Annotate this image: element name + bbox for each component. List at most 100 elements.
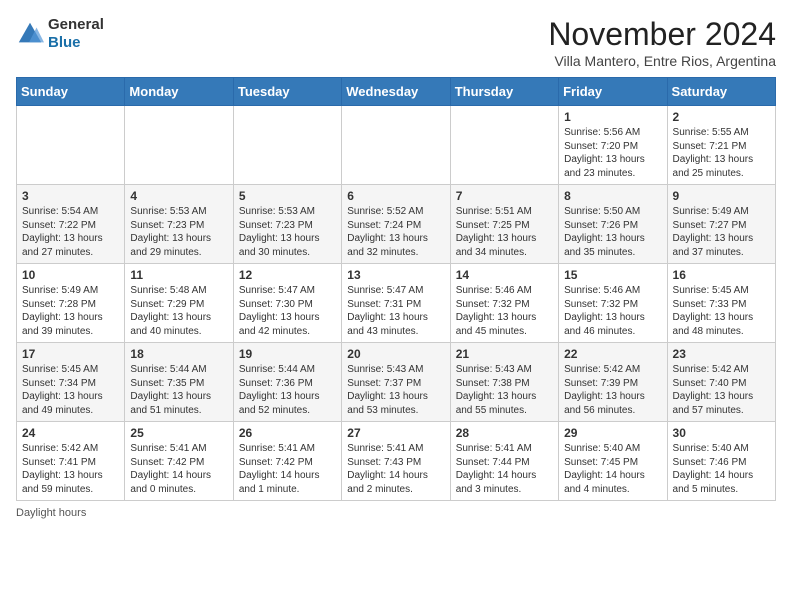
day-number: 2 xyxy=(673,110,770,124)
day-info: Sunrise: 5:48 AM Sunset: 7:29 PM Dayligh… xyxy=(130,284,227,338)
day-info: Sunrise: 5:47 AM Sunset: 7:31 PM Dayligh… xyxy=(347,284,444,338)
day-info: Sunrise: 5:41 AM Sunset: 7:44 PM Dayligh… xyxy=(456,442,553,496)
day-number: 28 xyxy=(456,426,553,440)
calendar-cell: 8 Sunrise: 5:50 AM Sunset: 7:26 PM Daylig… xyxy=(559,185,667,264)
calendar-cell xyxy=(125,106,233,185)
calendar-table: SundayMondayTuesdayWednesdayThursdayFrid… xyxy=(16,77,776,501)
day-number: 22 xyxy=(564,347,661,361)
calendar-cell: 27 Sunrise: 5:41 AM Sunset: 7:43 PM Dayli… xyxy=(342,422,450,501)
calendar-week-row: 10 Sunrise: 5:49 AM Sunset: 7:28 PM Dayli… xyxy=(17,264,776,343)
calendar-header-row: SundayMondayTuesdayWednesdayThursdayFrid… xyxy=(17,78,776,106)
day-number: 1 xyxy=(564,110,661,124)
calendar-cell: 1 Sunrise: 5:56 AM Sunset: 7:20 PM Daylig… xyxy=(559,106,667,185)
day-info: Sunrise: 5:54 AM Sunset: 7:22 PM Dayligh… xyxy=(22,205,119,259)
logo-line2: Blue xyxy=(48,34,104,52)
day-info: Sunrise: 5:51 AM Sunset: 7:25 PM Dayligh… xyxy=(456,205,553,259)
day-info: Sunrise: 5:53 AM Sunset: 7:23 PM Dayligh… xyxy=(130,205,227,259)
calendar-cell: 6 Sunrise: 5:52 AM Sunset: 7:24 PM Daylig… xyxy=(342,185,450,264)
calendar-week-row: 24Sunrise: 5:42 AM Sunset: 7:41 PM Dayli… xyxy=(17,422,776,501)
calendar-cell: 14 Sunrise: 5:46 AM Sunset: 7:32 PM Dayli… xyxy=(450,264,558,343)
day-number: 20 xyxy=(347,347,444,361)
day-info: Sunrise: 5:46 AM Sunset: 7:32 PM Dayligh… xyxy=(564,284,661,338)
day-info: Sunrise: 5:41 AM Sunset: 7:42 PM Dayligh… xyxy=(239,442,336,496)
calendar-day-header: Sunday xyxy=(17,78,125,106)
day-number: 19 xyxy=(239,347,336,361)
calendar-day-header: Wednesday xyxy=(342,78,450,106)
day-number: 8 xyxy=(564,189,661,203)
day-info: Sunrise: 5:45 AM Sunset: 7:33 PM Dayligh… xyxy=(673,284,770,338)
day-info: Sunrise: 5:44 AM Sunset: 7:35 PM Dayligh… xyxy=(130,363,227,417)
day-number: 6 xyxy=(347,189,444,203)
calendar-day-header: Friday xyxy=(559,78,667,106)
calendar-cell: 3 Sunrise: 5:54 AM Sunset: 7:22 PM Daylig… xyxy=(17,185,125,264)
day-number: 23 xyxy=(673,347,770,361)
day-number: 17 xyxy=(22,347,119,361)
calendar-cell xyxy=(17,106,125,185)
logo-line1: General xyxy=(48,16,104,34)
calendar-cell: 17 Sunrise: 5:45 AM Sunset: 7:34 PM Dayli… xyxy=(17,343,125,422)
day-number: 18 xyxy=(130,347,227,361)
calendar-week-row: 17 Sunrise: 5:45 AM Sunset: 7:34 PM Dayli… xyxy=(17,343,776,422)
calendar-cell: 19 Sunrise: 5:44 AM Sunset: 7:36 PM Dayli… xyxy=(233,343,341,422)
calendar-cell xyxy=(233,106,341,185)
calendar-cell xyxy=(450,106,558,185)
calendar-cell: 5Sunrise: 5:53 AM Sunset: 7:23 PM Daylig… xyxy=(233,185,341,264)
day-info: Sunrise: 5:43 AM Sunset: 7:37 PM Dayligh… xyxy=(347,363,444,417)
day-number: 11 xyxy=(130,268,227,282)
main-title: November 2024 xyxy=(548,16,776,53)
day-info: Sunrise: 5:40 AM Sunset: 7:45 PM Dayligh… xyxy=(564,442,661,496)
day-number: 26 xyxy=(239,426,336,440)
day-number: 29 xyxy=(564,426,661,440)
day-info: Sunrise: 5:47 AM Sunset: 7:30 PM Dayligh… xyxy=(239,284,336,338)
calendar-cell: 7 Sunrise: 5:51 AM Sunset: 7:25 PM Daylig… xyxy=(450,185,558,264)
day-info: Sunrise: 5:42 AM Sunset: 7:39 PM Dayligh… xyxy=(564,363,661,417)
calendar-cell: 28 Sunrise: 5:41 AM Sunset: 7:44 PM Dayli… xyxy=(450,422,558,501)
page-header: General Blue November 2024 Villa Mantero… xyxy=(16,16,776,69)
day-number: 16 xyxy=(673,268,770,282)
logo-text: General Blue xyxy=(48,16,104,52)
day-info: Sunrise: 5:46 AM Sunset: 7:32 PM Dayligh… xyxy=(456,284,553,338)
calendar-cell: 16 Sunrise: 5:45 AM Sunset: 7:33 PM Dayli… xyxy=(667,264,775,343)
day-info: Sunrise: 5:49 AM Sunset: 7:28 PM Dayligh… xyxy=(22,284,119,338)
day-number: 10 xyxy=(22,268,119,282)
day-info: Sunrise: 5:40 AM Sunset: 7:46 PM Dayligh… xyxy=(673,442,770,496)
day-info: Sunrise: 5:56 AM Sunset: 7:20 PM Dayligh… xyxy=(564,126,661,180)
day-number: 9 xyxy=(673,189,770,203)
calendar-cell: 15 Sunrise: 5:46 AM Sunset: 7:32 PM Dayli… xyxy=(559,264,667,343)
calendar-cell: 2 Sunrise: 5:55 AM Sunset: 7:21 PM Daylig… xyxy=(667,106,775,185)
calendar-cell: 9 Sunrise: 5:49 AM Sunset: 7:27 PM Daylig… xyxy=(667,185,775,264)
day-info: Sunrise: 5:44 AM Sunset: 7:36 PM Dayligh… xyxy=(239,363,336,417)
calendar-cell: 23 Sunrise: 5:42 AM Sunset: 7:40 PM Dayli… xyxy=(667,343,775,422)
day-number: 14 xyxy=(456,268,553,282)
title-area: November 2024 Villa Mantero, Entre Rios,… xyxy=(548,16,776,69)
logo: General Blue xyxy=(16,16,104,52)
day-number: 15 xyxy=(564,268,661,282)
calendar-cell: 29 Sunrise: 5:40 AM Sunset: 7:45 PM Dayli… xyxy=(559,422,667,501)
day-info: Sunrise: 5:43 AM Sunset: 7:38 PM Dayligh… xyxy=(456,363,553,417)
day-number: 13 xyxy=(347,268,444,282)
day-info: Sunrise: 5:52 AM Sunset: 7:24 PM Dayligh… xyxy=(347,205,444,259)
day-info: Sunrise: 5:41 AM Sunset: 7:42 PM Dayligh… xyxy=(130,442,227,496)
calendar-day-header: Tuesday xyxy=(233,78,341,106)
day-info: Sunrise: 5:49 AM Sunset: 7:27 PM Dayligh… xyxy=(673,205,770,259)
day-number: 7 xyxy=(456,189,553,203)
logo-icon xyxy=(16,20,44,48)
day-info: Sunrise: 5:55 AM Sunset: 7:21 PM Dayligh… xyxy=(673,126,770,180)
day-number: 4 xyxy=(130,189,227,203)
day-number: 25 xyxy=(130,426,227,440)
day-number: 27 xyxy=(347,426,444,440)
day-info: Sunrise: 5:41 AM Sunset: 7:43 PM Dayligh… xyxy=(347,442,444,496)
calendar-cell: 20 Sunrise: 5:43 AM Sunset: 7:37 PM Dayli… xyxy=(342,343,450,422)
day-info: Sunrise: 5:42 AM Sunset: 7:40 PM Dayligh… xyxy=(673,363,770,417)
day-number: 3 xyxy=(22,189,119,203)
calendar-cell xyxy=(342,106,450,185)
day-number: 30 xyxy=(673,426,770,440)
calendar-cell: 13 Sunrise: 5:47 AM Sunset: 7:31 PM Dayli… xyxy=(342,264,450,343)
calendar-cell: 11 Sunrise: 5:48 AM Sunset: 7:29 PM Dayli… xyxy=(125,264,233,343)
day-info: Sunrise: 5:42 AM Sunset: 7:41 PM Dayligh… xyxy=(22,442,119,496)
footer-note: Daylight hours xyxy=(16,507,776,519)
calendar-week-row: 1 Sunrise: 5:56 AM Sunset: 7:20 PM Daylig… xyxy=(17,106,776,185)
day-info: Sunrise: 5:45 AM Sunset: 7:34 PM Dayligh… xyxy=(22,363,119,417)
day-info: Sunrise: 5:50 AM Sunset: 7:26 PM Dayligh… xyxy=(564,205,661,259)
calendar-week-row: 3 Sunrise: 5:54 AM Sunset: 7:22 PM Daylig… xyxy=(17,185,776,264)
